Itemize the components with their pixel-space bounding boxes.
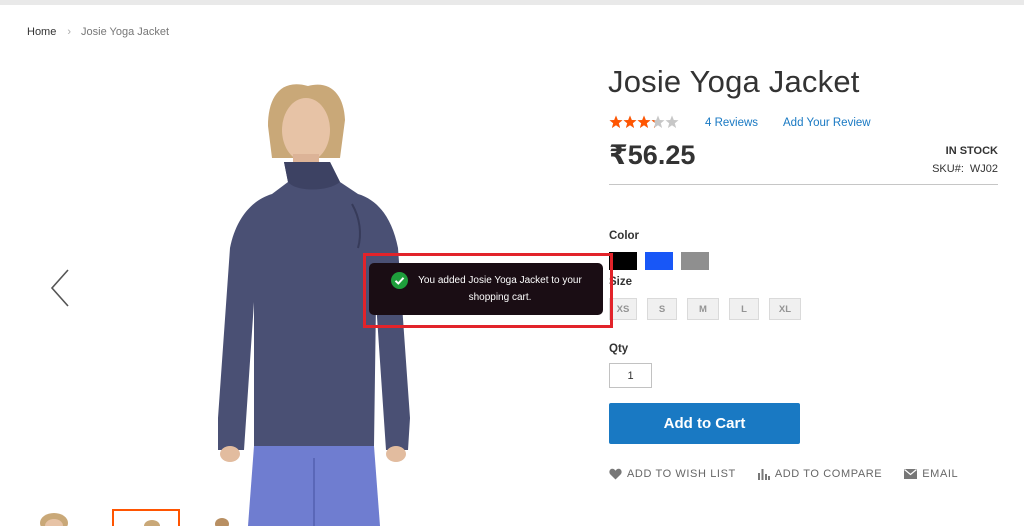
top-bar: [0, 0, 1024, 5]
qty-input[interactable]: [609, 363, 652, 388]
product-title: Josie Yoga Jacket: [608, 64, 860, 99]
color-label: Color: [609, 230, 640, 242]
color-swatch-black[interactable]: [609, 252, 637, 270]
envelope-icon: [904, 469, 918, 479]
product-actions: ADD TO WISH LIST ADD TO COMPARE EMAIL: [609, 468, 980, 480]
star-rating-icon: [609, 115, 679, 128]
color-swatches: [609, 252, 717, 270]
thumbnail-3[interactable]: [210, 509, 258, 526]
color-swatch-blue[interactable]: [645, 252, 673, 270]
size-option-l[interactable]: L: [729, 298, 759, 320]
heart-icon: [609, 468, 622, 480]
color-swatch-gray[interactable]: [681, 252, 709, 270]
stock-status: IN STOCK: [945, 145, 998, 157]
add-to-cart-button[interactable]: Add to Cart: [609, 403, 800, 444]
highlight-annotation-box: [363, 253, 613, 328]
email-link[interactable]: EMAIL: [904, 468, 958, 480]
product-price: ₹56.25: [609, 140, 696, 170]
rating-summary: [609, 115, 679, 129]
wishlist-label: ADD TO WISH LIST: [627, 468, 736, 480]
size-option-xl[interactable]: XL: [769, 298, 801, 320]
breadcrumb-home-link[interactable]: Home: [27, 26, 56, 38]
thumbnail-1[interactable]: [34, 509, 82, 526]
breadcrumb-current: Josie Yoga Jacket: [81, 26, 170, 38]
size-option-m[interactable]: M: [687, 298, 719, 320]
thumbnail-2[interactable]: [112, 509, 180, 526]
bar-chart-icon: [757, 469, 770, 480]
gallery-thumbnails: [34, 509, 258, 526]
size-options: XS S M L XL: [609, 298, 811, 320]
add-to-wishlist-link[interactable]: ADD TO WISH LIST: [609, 468, 736, 480]
breadcrumb-separator: ›: [67, 26, 72, 38]
size-option-s[interactable]: S: [647, 298, 677, 320]
reviews-link[interactable]: 4 Reviews: [705, 117, 758, 129]
gallery-prev-arrow-icon[interactable]: [44, 266, 74, 310]
size-option-xs[interactable]: XS: [609, 298, 637, 320]
divider: [609, 184, 998, 185]
email-label: EMAIL: [922, 468, 959, 480]
sku: SKU#: WJ02: [932, 163, 998, 175]
add-review-link[interactable]: Add Your Review: [783, 117, 871, 129]
sku-value: WJ02: [969, 163, 998, 175]
rating-stars: [609, 115, 679, 129]
breadcrumb: Home › Josie Yoga Jacket: [27, 26, 169, 38]
sku-label: SKU#:: [932, 163, 964, 175]
compare-label: ADD TO COMPARE: [774, 468, 883, 480]
qty-label: Qty: [609, 343, 629, 355]
add-to-compare-link[interactable]: ADD TO COMPARE: [757, 468, 883, 480]
